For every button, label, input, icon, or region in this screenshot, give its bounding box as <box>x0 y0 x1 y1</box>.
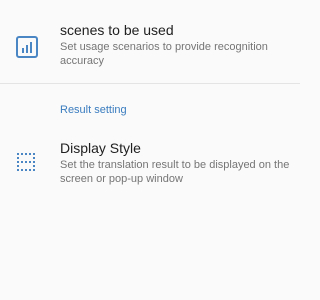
divider <box>0 83 300 84</box>
bar-chart-icon <box>14 34 40 60</box>
settings-screen: scenes to be used Set usage scenarios to… <box>0 0 300 300</box>
setting-title: Display Style <box>60 140 141 156</box>
setting-title: scenes to be used <box>60 22 174 38</box>
setting-row-scenes[interactable]: scenes to be used Set usage scenarios to… <box>0 18 300 76</box>
setting-subtitle: Set usage scenarios to provide recogniti… <box>60 41 268 67</box>
setting-subtitle: Set the translation result to be display… <box>60 159 290 185</box>
dotted-grid-icon <box>14 150 40 176</box>
setting-row-display-style[interactable]: Display Style Set the translation result… <box>0 134 300 194</box>
section-header-result-setting: Result setting <box>60 104 127 116</box>
